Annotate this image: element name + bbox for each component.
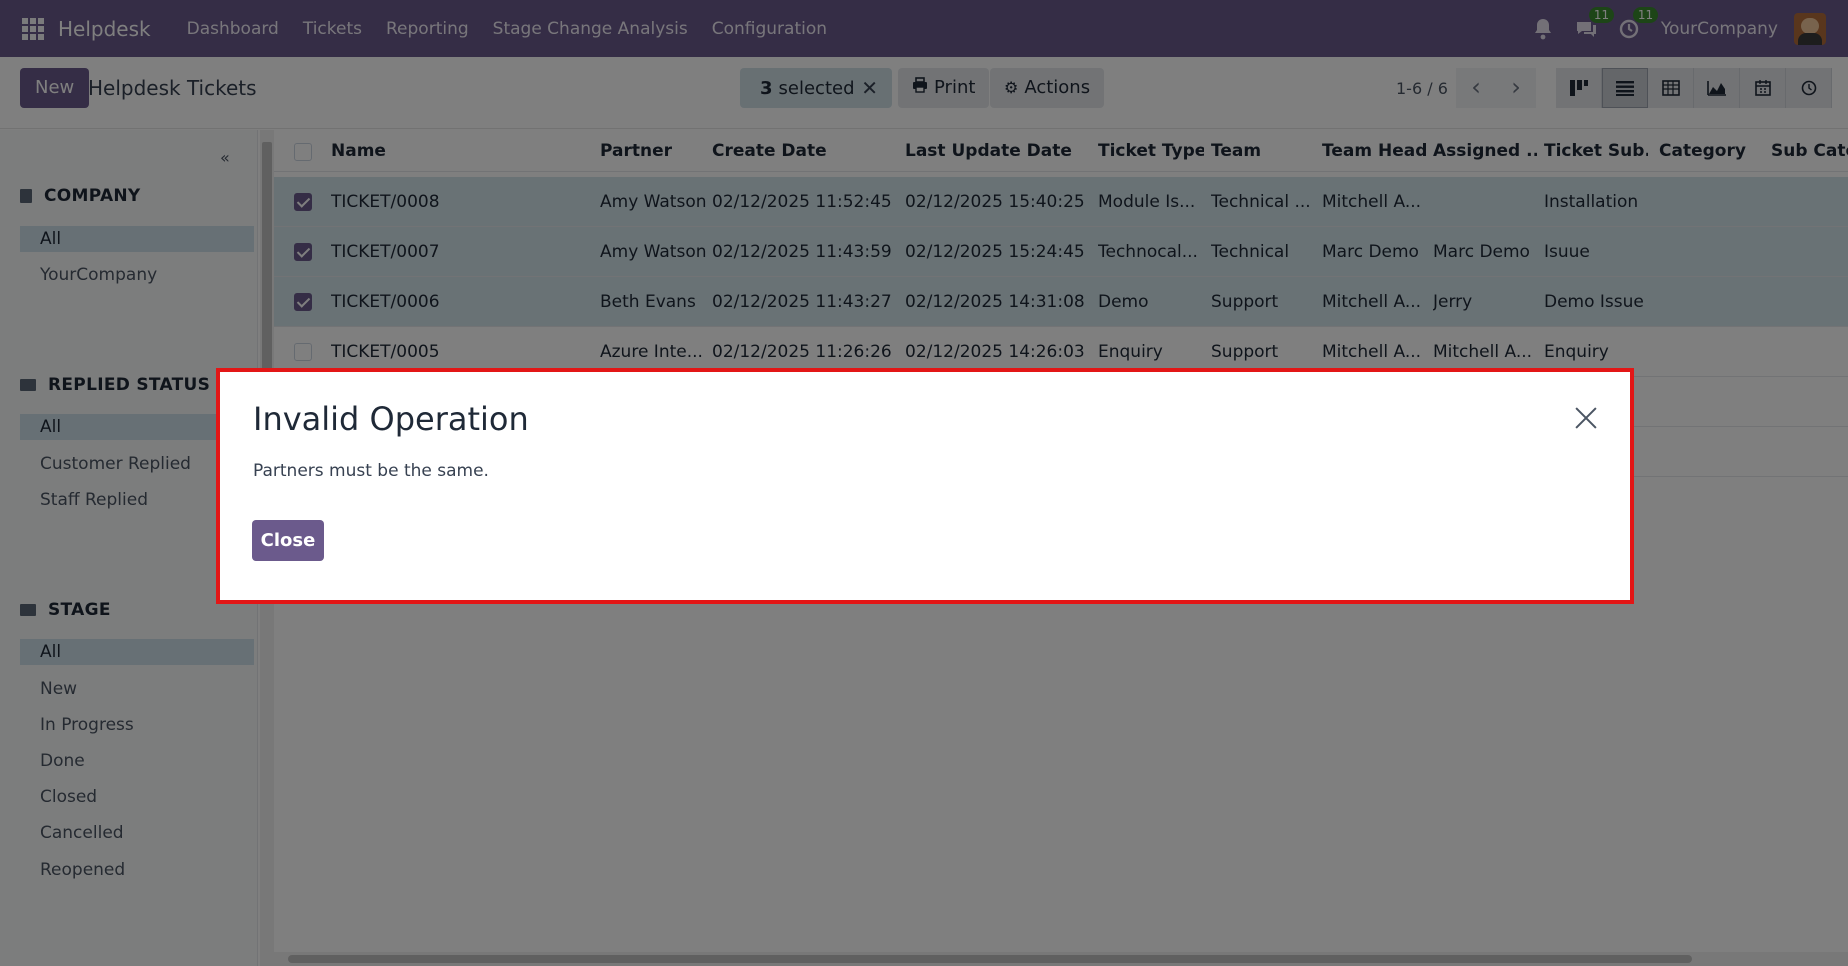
dialog-close-button[interactable]: Close bbox=[252, 520, 324, 561]
invalid-operation-dialog: Invalid Operation Partners must be the s… bbox=[216, 368, 1634, 604]
dialog-title: Invalid Operation bbox=[253, 400, 529, 438]
close-icon[interactable] bbox=[1574, 406, 1598, 430]
dialog-message: Partners must be the same. bbox=[253, 461, 489, 481]
